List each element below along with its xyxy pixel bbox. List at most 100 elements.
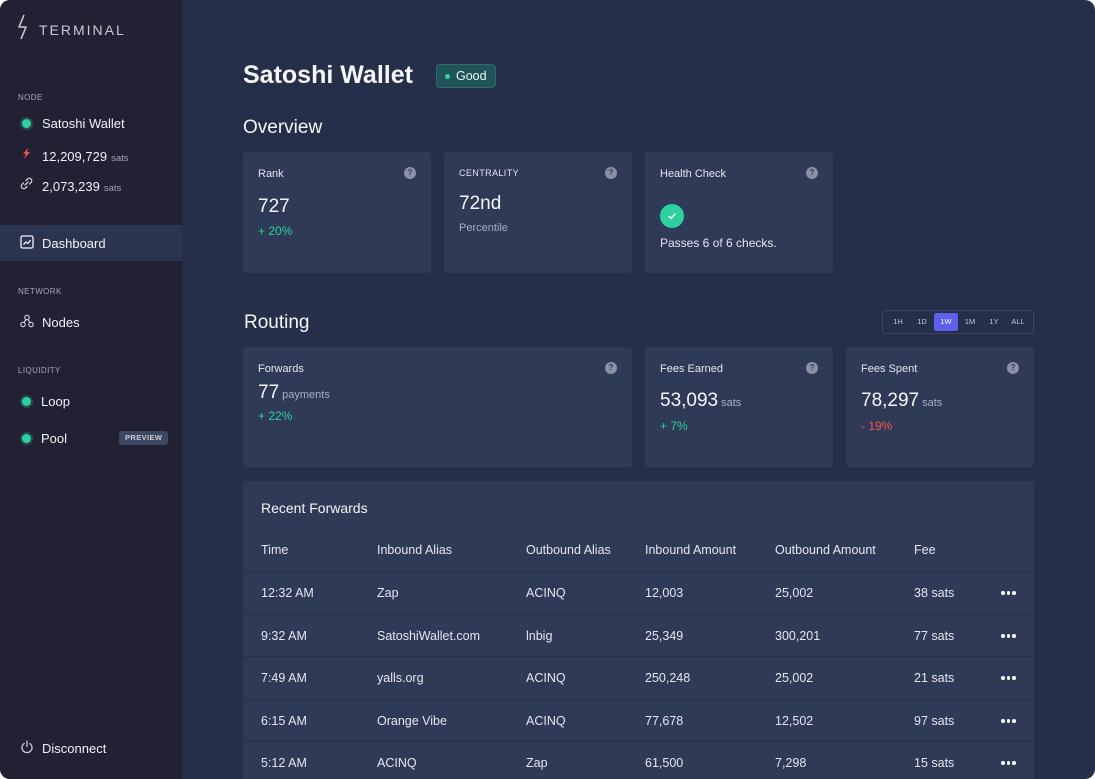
more-icon[interactable] bbox=[1001, 761, 1016, 765]
cell-inbound-amount: 25,349 bbox=[645, 629, 684, 643]
cell-time: 7:49 AM bbox=[261, 671, 307, 685]
sidebar-item-label: Nodes bbox=[42, 314, 80, 330]
cell-inbound-alias: Orange Vibe bbox=[377, 714, 447, 728]
page-title: Satoshi Wallet bbox=[243, 61, 413, 89]
time-range-selector: 1H 1D 1W 1M 1Y ALL bbox=[882, 310, 1034, 334]
table-row[interactable]: 6:15 AM Orange Vibe ACINQ 77,678 12,502 … bbox=[243, 699, 1034, 742]
column-header-fee[interactable]: Fee bbox=[914, 543, 936, 557]
cell-time: 9:32 AM bbox=[261, 629, 307, 643]
centrality-sub: Percentile bbox=[459, 222, 508, 234]
cell-inbound-amount: 61,500 bbox=[645, 756, 684, 770]
cell-fee: 77 sats bbox=[914, 629, 955, 643]
lightning-balance: 12,209,729 sats bbox=[42, 148, 129, 164]
fees-earned-card: Fees Earned ? 53,093 sats + 7% bbox=[645, 347, 833, 467]
fees-spent-change: - 19% bbox=[861, 419, 893, 433]
loop-status-dot-icon bbox=[22, 396, 31, 406]
onchain-balance: 2,073,239 sats bbox=[42, 178, 122, 194]
cell-fee: 38 sats bbox=[914, 586, 955, 600]
fees-earned-label: Fees Earned bbox=[660, 363, 723, 375]
routing-heading: Routing bbox=[244, 312, 310, 333]
fees-earned-change: + 7% bbox=[660, 419, 688, 433]
sidebar-item-label: Loop bbox=[41, 393, 70, 409]
onchain-balance-row: 2,073,239 sats bbox=[20, 177, 121, 195]
cell-inbound-amount: 12,003 bbox=[645, 586, 684, 600]
recent-forwards-title: Recent Forwards bbox=[261, 500, 368, 516]
forwards-value: 77 payments bbox=[258, 382, 330, 403]
brand-name: TERMINAL bbox=[39, 21, 126, 38]
column-header-outbound-alias[interactable]: Outbound Alias bbox=[526, 543, 611, 557]
section-label-node: NODE bbox=[18, 93, 43, 102]
status-dot-icon bbox=[445, 73, 450, 79]
recent-forwards-table: Recent Forwards Time Inbound Alias Outbo… bbox=[243, 481, 1034, 779]
range-1w-button[interactable]: 1W bbox=[934, 313, 958, 331]
table-row[interactable]: 12:32 AM Zap ACINQ 12,003 25,002 38 sats bbox=[243, 571, 1034, 614]
more-icon[interactable] bbox=[1001, 719, 1016, 723]
rank-card: Rank ? 727 + 20% bbox=[243, 152, 431, 273]
rank-change: + 20% bbox=[258, 224, 293, 238]
cell-fee: 97 sats bbox=[914, 714, 955, 728]
cell-outbound-amount: 25,002 bbox=[775, 671, 814, 685]
pool-status-dot-icon bbox=[22, 433, 31, 443]
table-row[interactable]: 7:49 AM yalls.org ACINQ 250,248 25,002 2… bbox=[243, 656, 1034, 699]
disconnect-label: Disconnect bbox=[42, 740, 107, 756]
sidebar-item-label: Dashboard bbox=[42, 235, 106, 251]
table-row[interactable]: 5:12 AM ACINQ Zap 61,500 7,298 15 sats bbox=[243, 741, 1034, 779]
forwards-change: + 22% bbox=[258, 409, 293, 423]
cell-inbound-alias: ACINQ bbox=[377, 756, 417, 770]
cell-inbound-alias: SatoshiWallet.com bbox=[377, 629, 481, 643]
cell-time: 5:12 AM bbox=[261, 756, 307, 770]
cell-outbound-amount: 25,002 bbox=[775, 586, 814, 600]
help-icon[interactable]: ? bbox=[605, 362, 617, 374]
column-header-time[interactable]: Time bbox=[261, 543, 288, 557]
cell-time: 6:15 AM bbox=[261, 714, 307, 728]
fees-spent-value: 78,297 sats bbox=[861, 390, 943, 411]
brand[interactable]: TERMINAL bbox=[17, 14, 126, 45]
centrality-label: CENTRALITY bbox=[459, 168, 520, 178]
power-icon bbox=[20, 739, 34, 757]
check-icon bbox=[660, 204, 684, 228]
sidebar-item-loop[interactable]: Loop bbox=[0, 383, 182, 419]
fees-spent-label: Fees Spent bbox=[861, 363, 918, 375]
sidebar-item-nodes[interactable]: Nodes bbox=[0, 304, 182, 340]
cell-fee: 15 sats bbox=[914, 756, 955, 770]
cell-inbound-amount: 250,248 bbox=[645, 671, 691, 685]
disconnect-button[interactable]: Disconnect bbox=[0, 730, 182, 766]
cell-inbound-alias: Zap bbox=[377, 586, 399, 600]
range-1y-button[interactable]: 1Y bbox=[982, 313, 1006, 331]
help-icon[interactable]: ? bbox=[806, 167, 818, 179]
section-label-network: NETWORK bbox=[18, 287, 62, 296]
cell-inbound-amount: 77,678 bbox=[645, 714, 684, 728]
column-header-inbound-alias[interactable]: Inbound Alias bbox=[377, 543, 452, 557]
help-icon[interactable]: ? bbox=[1007, 362, 1019, 374]
range-1m-button[interactable]: 1M bbox=[958, 313, 982, 331]
range-1d-button[interactable]: 1D bbox=[910, 313, 934, 331]
cell-outbound-alias: ACINQ bbox=[526, 586, 566, 600]
terminal-logo-icon bbox=[17, 14, 29, 45]
node-status-dot-icon bbox=[22, 119, 31, 128]
more-icon[interactable] bbox=[1001, 634, 1016, 638]
node-alias: Satoshi Wallet bbox=[42, 116, 125, 131]
help-icon[interactable]: ? bbox=[605, 167, 617, 179]
range-all-button[interactable]: ALL bbox=[1006, 313, 1030, 331]
column-header-inbound-amount[interactable]: Inbound Amount bbox=[645, 543, 736, 557]
help-icon[interactable]: ? bbox=[806, 362, 818, 374]
node-alias-row[interactable]: Satoshi Wallet bbox=[20, 116, 125, 131]
section-label-liquidity: LIQUIDITY bbox=[18, 366, 61, 375]
cell-outbound-alias: Zap bbox=[526, 756, 548, 770]
sidebar-item-dashboard[interactable]: Dashboard bbox=[0, 225, 182, 261]
rank-label: Rank bbox=[258, 168, 284, 180]
more-icon[interactable] bbox=[1001, 676, 1016, 680]
range-1h-button[interactable]: 1H bbox=[886, 313, 910, 331]
help-icon[interactable]: ? bbox=[404, 167, 416, 179]
cell-outbound-amount: 300,201 bbox=[775, 629, 821, 643]
more-icon[interactable] bbox=[1001, 591, 1016, 595]
cell-outbound-alias: ACINQ bbox=[526, 714, 566, 728]
nodes-icon bbox=[20, 314, 34, 331]
lightning-balance-row: 12,209,729 sats bbox=[20, 147, 129, 165]
cell-outbound-alias: lnbig bbox=[526, 629, 553, 643]
cell-outbound-amount: 12,502 bbox=[775, 714, 814, 728]
table-row[interactable]: 9:32 AM SatoshiWallet.com lnbig 25,349 3… bbox=[243, 614, 1034, 657]
column-header-outbound-amount[interactable]: Outbound Amount bbox=[775, 543, 876, 557]
status-badge-label: Good bbox=[456, 69, 487, 83]
lightning-icon bbox=[20, 147, 33, 165]
